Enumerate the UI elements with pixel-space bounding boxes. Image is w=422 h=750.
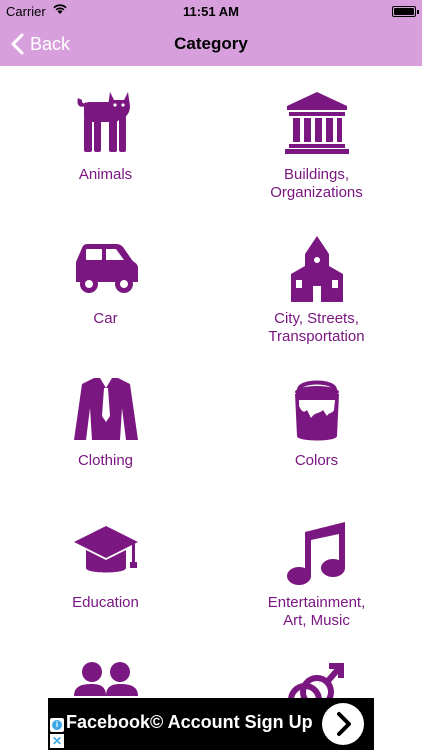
category-label: Car: [93, 310, 118, 327]
bank-icon: [283, 88, 351, 156]
category-label: Buildings, Organizations: [270, 166, 363, 201]
category-education[interactable]: Education: [0, 518, 211, 618]
category-label: Education: [72, 594, 139, 611]
paint-bucket-icon: [283, 376, 351, 444]
category-label: Animals: [78, 166, 133, 183]
ad-text: Facebook© Account Sign Up: [66, 712, 313, 732]
gender-icon: [283, 660, 351, 698]
category-city[interactable]: City, Streets, Transportation: [211, 236, 422, 356]
category-label: Colors: [294, 452, 339, 469]
close-icon[interactable]: ✕: [50, 734, 64, 748]
top-bar: Carrier 11:51 AM Back Category: [0, 0, 422, 66]
page-title: Category: [174, 34, 248, 53]
category-clothing[interactable]: Clothing: [0, 376, 211, 476]
church-icon: [283, 236, 351, 304]
navigation-bar: Back Category: [0, 22, 422, 66]
category-people[interactable]: [0, 660, 211, 698]
category-animals[interactable]: Animals: [0, 88, 211, 208]
category-colors[interactable]: Colors: [211, 376, 422, 476]
category-gender[interactable]: [211, 660, 422, 698]
category-label: Entertainment, Art, Music: [267, 594, 366, 629]
category-label: Clothing: [77, 452, 134, 469]
category-entertainment[interactable]: Entertainment, Art, Music: [211, 518, 422, 638]
category-car[interactable]: Car: [0, 236, 211, 336]
category-grid: Animals Buildings, Organizations Car Cit…: [0, 66, 422, 698]
info-icon[interactable]: i: [50, 718, 64, 732]
battery-fill: [394, 8, 414, 15]
people-icon: [72, 660, 140, 698]
status-time: 11:51 AM: [183, 4, 239, 19]
battery-icon: [392, 6, 419, 17]
ad-banner[interactable]: i ✕ Facebook© Account Sign Up: [48, 698, 374, 750]
chevron-right-icon[interactable]: [322, 703, 364, 745]
category-label: City, Streets, Transportation: [268, 310, 365, 345]
jacket-icon: [72, 376, 140, 444]
category-buildings[interactable]: Buildings, Organizations: [211, 88, 422, 208]
cat-icon: [72, 88, 140, 156]
graduation-cap-icon: [72, 518, 140, 586]
car-icon: [72, 236, 140, 304]
music-note-icon: [283, 518, 351, 586]
status-bar: Carrier 11:51 AM: [0, 0, 422, 22]
